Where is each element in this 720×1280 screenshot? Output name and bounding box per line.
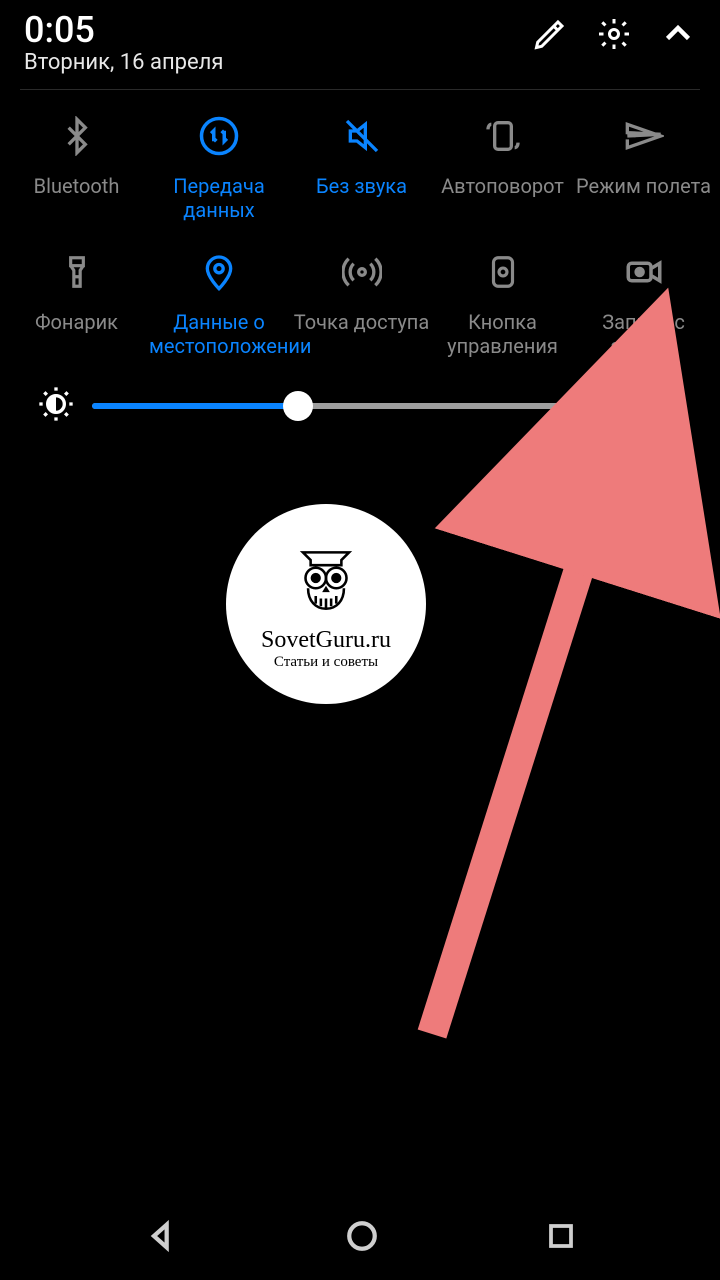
tile-screen-record[interactable]: Запись с экрана — [573, 240, 714, 358]
brightness-icon — [36, 384, 76, 428]
auto-rotate-icon — [471, 104, 535, 168]
owl-icon — [285, 537, 367, 623]
status-header: 0:05 Вторник, 16 апреля — [0, 0, 720, 83]
watermark-tagline: Статьи и советы — [274, 654, 378, 671]
tile-hotspot[interactable]: Точка доступа — [291, 240, 432, 358]
bluetooth-icon — [45, 104, 109, 168]
mute-icon — [330, 104, 394, 168]
auto-brightness-label: Авто — [586, 392, 640, 420]
watermark-logo: SovetGuru.ru Статьи и советы — [226, 504, 426, 704]
tile-label: Режим полета — [576, 174, 711, 198]
tile-label: Фонарик — [35, 310, 118, 334]
location-icon — [187, 240, 251, 304]
tile-label: Точка доступа — [294, 310, 429, 334]
clock-block: 0:05 Вторник, 16 апреля — [24, 12, 223, 75]
tile-location[interactable]: Данные о местоположении — [147, 240, 291, 358]
brightness-row: Авто — [0, 358, 720, 428]
tile-airplane[interactable]: Режим полета — [573, 104, 714, 222]
clock-date: Вторник, 16 апреля — [24, 50, 223, 75]
slider-fill — [92, 403, 298, 409]
airplane-icon — [612, 104, 676, 168]
auto-brightness-toggle[interactable] — [650, 395, 684, 417]
header-actions — [532, 16, 696, 56]
auto-brightness[interactable]: Авто — [586, 392, 684, 420]
nav-home-icon[interactable] — [345, 1219, 379, 1257]
tile-auto-rotate[interactable]: Автоповорот — [432, 104, 573, 222]
nav-recent-icon[interactable] — [546, 1221, 576, 1255]
tile-label: Кнопка управления — [434, 310, 571, 358]
brightness-slider[interactable] — [92, 394, 570, 418]
tile-mute[interactable]: Без звука — [291, 104, 432, 222]
tile-mobile-data[interactable]: Передача данных — [147, 104, 291, 222]
nav-back-icon[interactable] — [144, 1219, 178, 1257]
mobile-data-icon — [187, 104, 251, 168]
quick-settings-grid: Bluetooth Передача данных Без звука Авто… — [0, 90, 720, 358]
hotspot-icon — [330, 240, 394, 304]
android-navbar — [0, 1196, 720, 1280]
tile-label: Запись с экрана — [575, 310, 712, 358]
tile-label: Данные о местоположении — [149, 310, 289, 358]
flashlight-icon — [45, 240, 109, 304]
tile-label: Автоповорот — [441, 174, 564, 198]
clock-time: 0:05 — [24, 12, 223, 48]
gear-icon[interactable] — [596, 16, 632, 56]
tile-bluetooth[interactable]: Bluetooth — [6, 104, 147, 222]
watermark-site: SovetGuru.ru — [261, 627, 391, 654]
chevron-up-icon[interactable] — [660, 16, 696, 56]
tile-label: Bluetooth — [34, 174, 120, 198]
control-button-icon — [471, 240, 535, 304]
tile-control-button[interactable]: Кнопка управления — [432, 240, 573, 358]
tile-label: Без звука — [316, 174, 407, 198]
tile-flashlight[interactable]: Фонарик — [6, 240, 147, 358]
slider-thumb[interactable] — [283, 391, 313, 421]
screen-record-icon — [612, 240, 676, 304]
tile-label: Передача данных — [149, 174, 289, 222]
edit-icon[interactable] — [532, 16, 568, 56]
